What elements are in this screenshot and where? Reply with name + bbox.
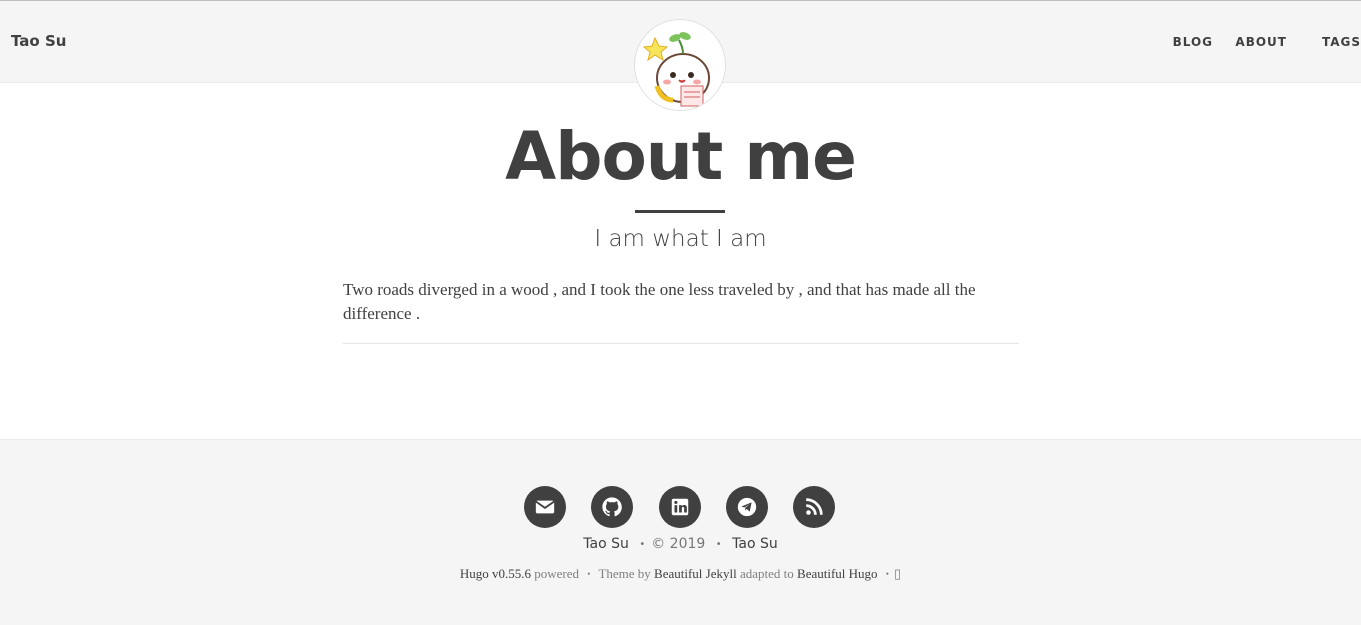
envelope-icon: [535, 500, 555, 514]
telegram-icon: [737, 497, 757, 517]
rss-button[interactable]: [793, 486, 835, 528]
github-icon: [602, 497, 622, 517]
brand-link[interactable]: Tao Su: [11, 32, 66, 50]
page-subtitle: I am what I am: [594, 226, 767, 252]
copyright-line: Tao Su • © 2019 • Tao Su: [0, 536, 1361, 552]
rss-icon: [806, 498, 823, 515]
nav-links: BLOG ABOUT TAGS: [1141, 35, 1361, 51]
social-links: [524, 486, 844, 528]
footer: Tao Su • © 2019 • Tao Su Hugo v0.55.6 pow…: [0, 439, 1361, 625]
powered-text: powered: [534, 566, 580, 581]
bullet-separator: •: [587, 569, 591, 579]
missing-glyph: ▯: [893, 566, 902, 581]
page-title: About me: [505, 118, 857, 195]
content-divider: [343, 343, 1019, 344]
github-button[interactable]: [591, 486, 633, 528]
adapted-to-text: adapted to: [739, 566, 794, 581]
footer-site-link[interactable]: Tao Su: [732, 536, 778, 552]
bullet-separator: •: [885, 569, 889, 579]
linkedin-icon: [671, 498, 689, 516]
bullet-separator: •: [715, 539, 722, 550]
beautiful-hugo-link[interactable]: Beautiful Hugo: [797, 566, 878, 581]
nav-about-link[interactable]: ABOUT: [1235, 35, 1287, 49]
about-paragraph: Two roads diverged in a wood , and I too…: [343, 280, 976, 323]
telegram-button[interactable]: [726, 486, 768, 528]
theme-by-text: Theme by: [598, 566, 651, 581]
copyright-year: © 2019: [651, 536, 706, 552]
email-button[interactable]: [524, 486, 566, 528]
beautiful-jekyll-link[interactable]: Beautiful Jekyll: [654, 566, 737, 581]
footer-author: Tao Su: [583, 536, 629, 552]
cartoon-sprout-avatar-icon: [642, 32, 710, 107]
hugo-link[interactable]: Hugo v0.55.6: [460, 566, 531, 581]
avatar[interactable]: [634, 19, 726, 111]
bullet-separator: •: [639, 539, 646, 550]
title-divider: [635, 210, 725, 213]
credits-line: Hugo v0.55.6 powered • Theme by Beautifu…: [0, 566, 1361, 582]
linkedin-button[interactable]: [659, 486, 701, 528]
nav-tags-link[interactable]: TAGS: [1322, 35, 1361, 49]
nav-blog-link[interactable]: BLOG: [1173, 35, 1213, 49]
